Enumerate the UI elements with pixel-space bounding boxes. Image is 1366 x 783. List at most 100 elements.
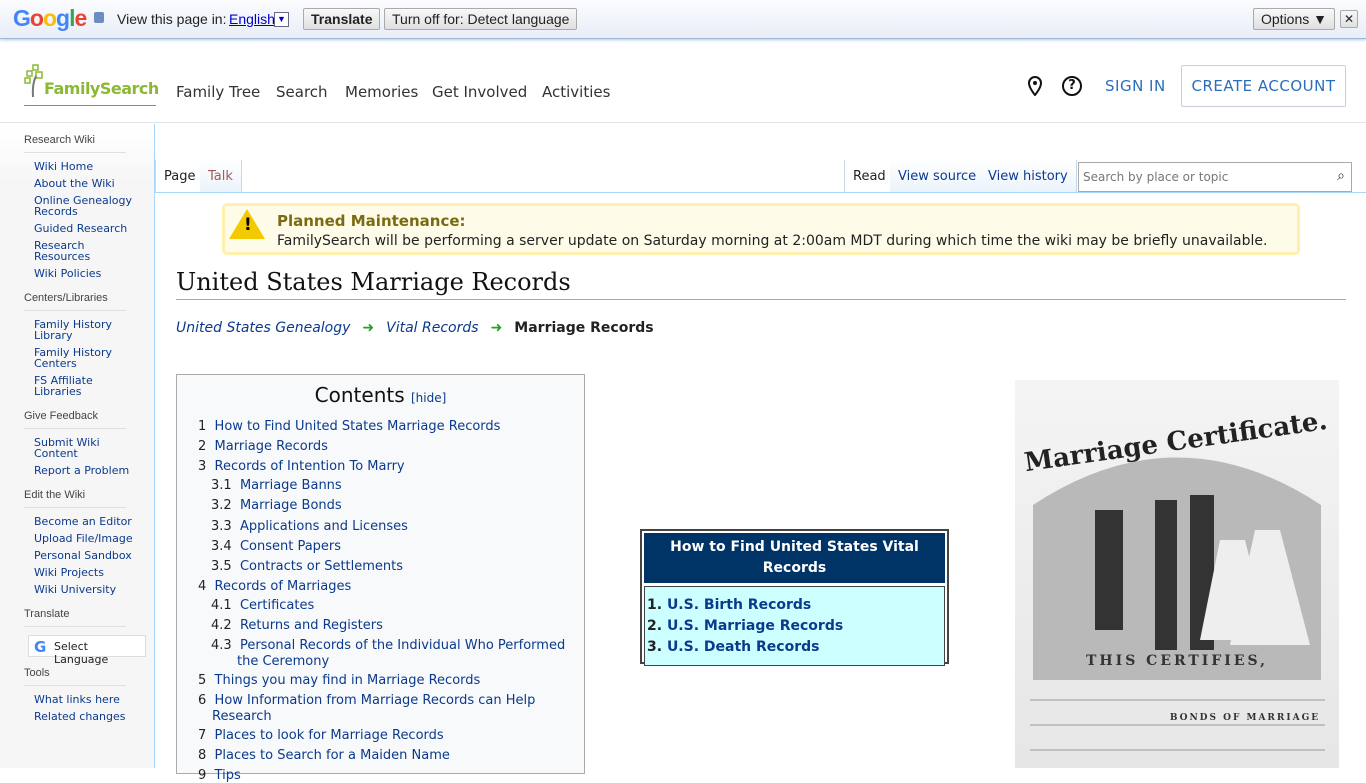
vital-record-item[interactable]: 1. U.S. Birth Records	[647, 595, 942, 616]
toc-link[interactable]: Returns and Registers	[240, 618, 383, 633]
toc-item[interactable]: 3.4 Consent Papers	[211, 539, 341, 554]
maintenance-notice: ! Planned Maintenance: FamilySearch will…	[222, 203, 1300, 255]
toc-item[interactable]: 6 How Information from Marriage Records …	[198, 693, 535, 708]
arrow-right-icon: ➜	[490, 320, 503, 336]
breadcrumb: United States Genealogy ➜ Vital Records ➜ Ma…	[176, 320, 654, 336]
vital-record-link[interactable]: U.S. Marriage Records	[667, 618, 843, 634]
toc-item[interactable]: 3.5 Contracts or Settlements	[211, 559, 403, 574]
tab-talk[interactable]: Talk	[200, 160, 242, 193]
svg-text:THIS CERTIFIES,: THIS CERTIFIES,	[1086, 653, 1268, 669]
tab-view-source[interactable]: View source	[890, 160, 986, 193]
toc-link[interactable]: How Information from Marriage Records ca…	[215, 693, 536, 708]
toc-link[interactable]: Applications and Licenses	[240, 519, 408, 534]
sidebar-link[interactable]: Wiki Policies	[34, 265, 134, 282]
close-translate-button[interactable]: ✕	[1340, 10, 1359, 28]
toc-link[interactable]: Marriage Bonds	[240, 498, 342, 513]
language-dropdown-icon[interactable]: ▼	[274, 12, 289, 27]
nav-search[interactable]: Search	[276, 83, 328, 101]
toc-item[interactable]: 4.1 Certificates	[211, 598, 314, 613]
google-g-icon: G	[34, 638, 47, 656]
sidebar-link[interactable]: Family History Centers	[34, 344, 134, 372]
lock-icon	[94, 12, 104, 23]
toc-link[interactable]: Things you may find in Marriage Records	[215, 673, 481, 688]
create-account-button[interactable]: CREATE ACCOUNT	[1181, 65, 1346, 107]
nav-family-tree[interactable]: Family Tree	[176, 83, 260, 101]
sidebar-link[interactable]: Family History Library	[34, 316, 134, 344]
toc-link[interactable]: Personal Records of the Individual Who P…	[240, 638, 565, 653]
tree-icon	[24, 64, 43, 98]
tab-page[interactable]: Page	[155, 160, 205, 193]
toc-link[interactable]: Consent Papers	[240, 539, 341, 554]
toc-item[interactable]: 3 Records of Intention To Marry	[198, 459, 405, 474]
toc-item[interactable]: 4 Records of Marriages	[198, 579, 351, 594]
help-icon[interactable]: ?	[1062, 76, 1082, 96]
toc-item[interactable]: 8 Places to Search for a Maiden Name	[198, 748, 450, 763]
tab-read[interactable]: Read	[844, 160, 895, 193]
toc-link[interactable]: Places to look for Marriage Records	[215, 728, 444, 743]
toc-link-continued[interactable]: Research	[212, 709, 272, 724]
familysearch-logo[interactable]: FamilySearch	[24, 64, 159, 106]
translate-button[interactable]: Translate	[303, 8, 381, 30]
breadcrumb-link[interactable]: United States Genealogy	[176, 320, 350, 336]
toc-link[interactable]: Tips	[215, 768, 241, 783]
nav-activities[interactable]: Activities	[542, 83, 610, 101]
sidebar-link[interactable]: Wiki University	[34, 581, 134, 598]
toc-link[interactable]: How to Find United States Marriage Recor…	[215, 419, 501, 434]
toc-item[interactable]: 3.1 Marriage Banns	[211, 478, 342, 493]
toc-link-continued[interactable]: the Ceremony	[237, 654, 329, 669]
toc-item[interactable]: 4.3 Personal Records of the Individual W…	[211, 638, 565, 653]
toc-item[interactable]: 1 How to Find United States Marriage Rec…	[198, 419, 500, 434]
vital-record-item[interactable]: 2. U.S. Marriage Records	[647, 616, 942, 637]
toc-item[interactable]: 4.2 Returns and Registers	[211, 618, 383, 633]
sidebar-link[interactable]: Become an Editor	[34, 513, 134, 530]
toc-link[interactable]: Certificates	[240, 598, 314, 613]
sidebar-heading: Centers/Libraries	[24, 292, 126, 311]
toc-item[interactable]: 5 Things you may find in Marriage Record…	[198, 673, 480, 688]
vital-box-title: How to Find United States Vital Records	[644, 533, 945, 583]
sidebar-link[interactable]: About the Wiki	[34, 175, 134, 192]
toc-link[interactable]: Marriage Records	[215, 439, 328, 454]
tab-view-history[interactable]: View history	[980, 160, 1077, 193]
options-button[interactable]: Options ▼	[1253, 8, 1335, 30]
toc-link[interactable]: Marriage Banns	[240, 478, 342, 493]
sidebar-link[interactable]: Personal Sandbox	[34, 547, 134, 564]
location-pin-icon[interactable]	[1025, 75, 1045, 97]
nav-get-involved[interactable]: Get Involved	[432, 83, 527, 101]
sidebar-link[interactable]: FS Affiliate Libraries	[34, 372, 134, 400]
vital-record-item[interactable]: 3. U.S. Death Records	[647, 637, 942, 658]
search-icon[interactable]: ⌕	[1337, 168, 1345, 184]
sidebar-link[interactable]: Submit Wiki Content	[34, 434, 134, 462]
turn-off-button[interactable]: Turn off for: Detect language	[384, 8, 578, 30]
nav-memories[interactable]: Memories	[345, 83, 418, 101]
toc-link[interactable]: Contracts or Settlements	[240, 559, 403, 574]
svg-text:BONDS OF MARRIAGE: BONDS OF MARRIAGE	[1170, 713, 1320, 723]
sidebar-link[interactable]: Wiki Home	[34, 158, 134, 175]
sidebar-link[interactable]: Online Genealogy Records	[34, 192, 134, 220]
sidebar-heading: Give Feedback	[24, 410, 126, 429]
sidebar-link[interactable]: Wiki Projects	[34, 564, 134, 581]
sidebar-link[interactable]: Research Resources	[34, 237, 134, 265]
translate-prompt: View this page in:	[117, 11, 227, 27]
toc-item[interactable]: 9 Tips	[198, 768, 241, 783]
breadcrumb-link[interactable]: Vital Records	[386, 320, 478, 336]
toc-item[interactable]: 3.3 Applications and Licenses	[211, 519, 408, 534]
sidebar-link[interactable]: Guided Research	[34, 220, 134, 237]
sidebar-link[interactable]: Report a Problem	[34, 462, 134, 479]
sidebar-link[interactable]: What links here	[34, 691, 134, 708]
toc-hide-toggle[interactable]: [hide]	[411, 391, 446, 405]
vital-record-link[interactable]: U.S. Birth Records	[667, 597, 811, 613]
toc-item[interactable]: 3.2 Marriage Bonds	[211, 498, 342, 513]
sign-in-link[interactable]: SIGN IN	[1105, 77, 1166, 95]
toc-link[interactable]: Records of Intention To Marry	[215, 459, 405, 474]
toc-item[interactable]: 7 Places to look for Marriage Records	[198, 728, 444, 743]
vital-record-link[interactable]: U.S. Death Records	[667, 639, 820, 655]
toc-title: Contents	[314, 383, 405, 407]
toc-link[interactable]: Records of Marriages	[215, 579, 352, 594]
toc-link[interactable]: Places to Search for a Maiden Name	[215, 748, 450, 763]
sidebar-link[interactable]: Upload File/Image	[34, 530, 134, 547]
wiki-search-input[interactable]: Search by place or topic ⌕	[1078, 162, 1352, 192]
select-language-dropdown[interactable]: G Select Language	[28, 635, 146, 666]
toc-item[interactable]: 2 Marriage Records	[198, 439, 328, 454]
language-link[interactable]: English	[229, 11, 275, 27]
sidebar-link[interactable]: Related changes	[34, 708, 134, 725]
